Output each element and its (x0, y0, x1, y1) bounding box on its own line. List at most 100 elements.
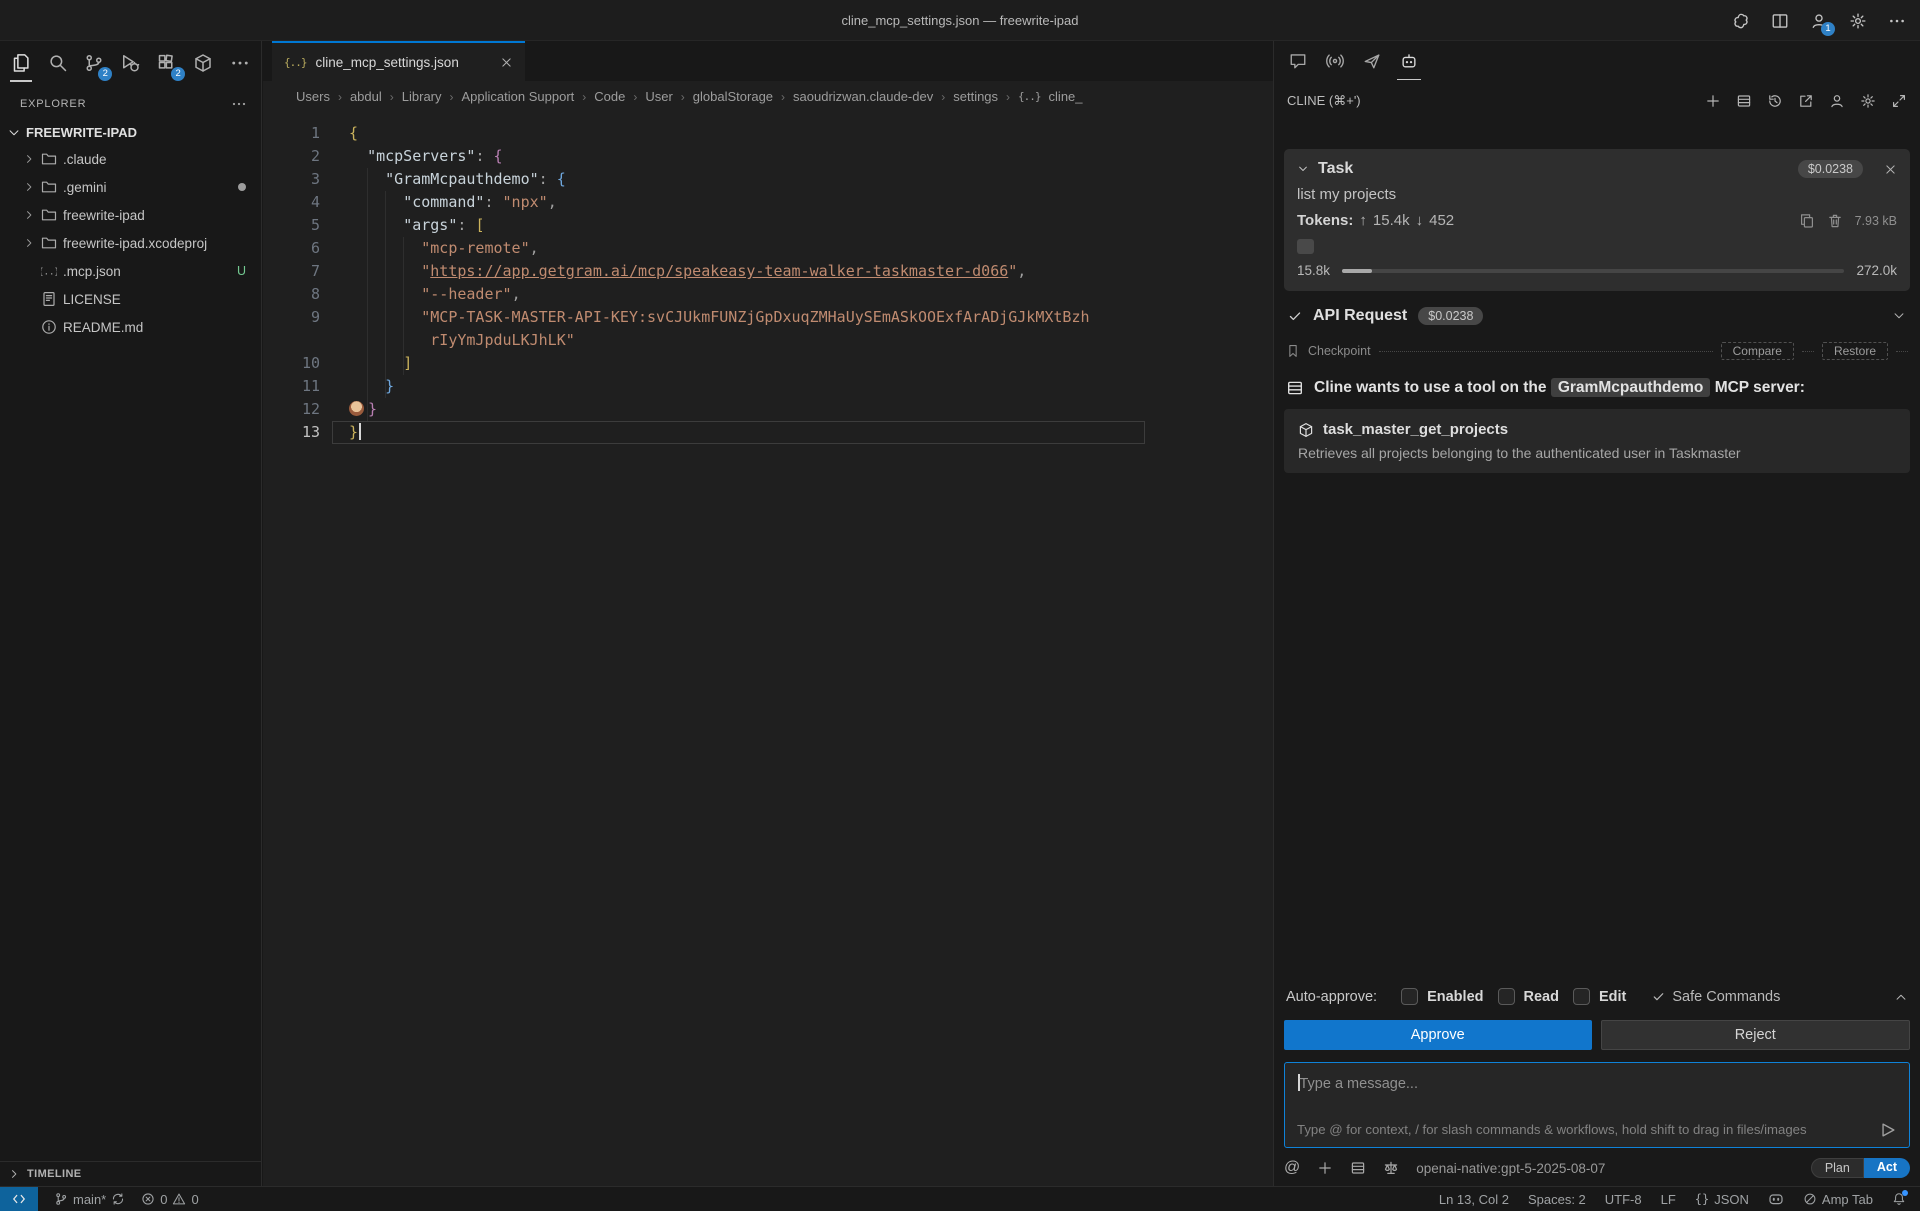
breadcrumb-item[interactable]: saoudrizwan.claude-dev (793, 89, 933, 104)
split-editor-icon[interactable] (1771, 12, 1789, 30)
code-line[interactable]: 5 "args": [ (263, 214, 1273, 237)
notifications-bell-icon[interactable] (1892, 1192, 1906, 1206)
remote-indicator[interactable] (0, 1187, 38, 1211)
trash-icon[interactable] (1827, 213, 1843, 229)
reject-button[interactable]: Reject (1601, 1020, 1911, 1050)
mcp-servers-icon[interactable] (1736, 93, 1752, 109)
code-line[interactable]: 13} (263, 421, 1273, 444)
language-mode[interactable]: {}JSON (1695, 1192, 1749, 1207)
approve-button[interactable]: Approve (1284, 1020, 1592, 1050)
open-external-icon[interactable] (1798, 93, 1814, 109)
code-line[interactable]: 4 "command": "npx", (263, 191, 1273, 214)
tool-card[interactable]: task_master_get_projects Retrieves all p… (1284, 409, 1910, 473)
tree-item-license[interactable]: LICENSE (0, 285, 261, 313)
eol-sequence[interactable]: LF (1661, 1192, 1676, 1207)
plan-mode-button[interactable]: Plan (1811, 1158, 1864, 1178)
sync-icon[interactable] (111, 1192, 125, 1206)
code-line[interactable]: 12} (263, 398, 1273, 421)
tree-item--mcp-json[interactable]: {..}.mcp.jsonU (0, 257, 261, 285)
auto-approve-option-enabled[interactable]: Enabled (1401, 988, 1483, 1005)
problems-item[interactable]: 0 0 (141, 1192, 198, 1207)
chevron-up-icon[interactable] (1894, 990, 1908, 1004)
tree-item--claude[interactable]: .claude (0, 145, 261, 173)
add-context-icon[interactable] (1317, 1160, 1333, 1176)
mention-icon[interactable]: @ (1284, 1159, 1300, 1177)
openai-icon[interactable] (1732, 12, 1750, 30)
checkbox[interactable] (1401, 988, 1418, 1005)
project-root-row[interactable]: FREEWRITE-IPAD (0, 120, 261, 145)
settings-gear-icon[interactable] (1849, 12, 1867, 30)
account-panel-icon[interactable] (1829, 93, 1845, 109)
auto-approve-row[interactable]: Auto-approve: EnabledReadEdit Safe Comma… (1284, 988, 1910, 1005)
send-icon[interactable] (1879, 1121, 1897, 1139)
copy-icon[interactable] (1799, 213, 1815, 229)
code-line[interactable]: 1{ (263, 122, 1273, 145)
more-activity-icon[interactable] (229, 51, 251, 75)
api-request-row[interactable]: API Request $0.0238 (1284, 307, 1910, 325)
tree-item-freewrite-ipad[interactable]: freewrite-ipad (0, 201, 261, 229)
new-task-icon[interactable] (1705, 93, 1721, 109)
send-plane-icon[interactable] (1363, 52, 1381, 70)
code-line[interactable]: rIyYmJpduLKJhLK" (263, 329, 1273, 352)
comment-icon[interactable] (1289, 52, 1307, 70)
git-branch-item[interactable]: main* (54, 1192, 125, 1207)
auto-approve-option-edit[interactable]: Edit (1573, 988, 1626, 1005)
search-activity-icon[interactable] (46, 51, 68, 75)
timeline-section[interactable]: TIMELINE (0, 1161, 261, 1186)
api-provider-icon[interactable] (1383, 1160, 1399, 1176)
breadcrumb-item[interactable]: Users (296, 89, 330, 104)
cursor-position[interactable]: Ln 13, Col 2 (1439, 1192, 1509, 1207)
task-close-icon[interactable] (1884, 163, 1897, 176)
breadcrumb-item[interactable]: globalStorage (693, 89, 773, 104)
account-icon[interactable]: 1 (1810, 12, 1828, 30)
code-editor[interactable]: 1{2 "mcpServers": {3 "GramMcpauthdemo": … (263, 112, 1273, 444)
checkbox[interactable] (1573, 988, 1590, 1005)
rules-icon[interactable] (1350, 1160, 1366, 1176)
code-line[interactable]: 3 "GramMcpauthdemo": { (263, 168, 1273, 191)
encoding[interactable]: UTF-8 (1605, 1192, 1642, 1207)
code-line[interactable]: 8 "--header", (263, 283, 1273, 306)
more-actions-icon[interactable] (1888, 12, 1906, 30)
panel-settings-icon[interactable] (1860, 93, 1876, 109)
broadcast-icon[interactable] (1326, 52, 1344, 70)
compare-button[interactable]: Compare (1721, 342, 1794, 360)
tab-close-icon[interactable] (500, 56, 513, 69)
breadcrumb-item[interactable]: Application Support (462, 89, 575, 104)
restore-button[interactable]: Restore (1822, 342, 1888, 360)
copilot-icon[interactable] (1768, 1191, 1784, 1207)
chevron-down-icon[interactable] (1892, 309, 1906, 323)
breadcrumb-item[interactable]: User (645, 89, 672, 104)
breadcrumb-item[interactable]: settings (953, 89, 998, 104)
code-line[interactable]: 11 } (263, 375, 1273, 398)
debug-activity-icon[interactable] (119, 51, 141, 75)
expand-icon[interactable] (1891, 93, 1907, 109)
code-line[interactable]: 6 "mcp-remote", (263, 237, 1273, 260)
code-line[interactable]: 2 "mcpServers": { (263, 145, 1273, 168)
cline-robot-icon[interactable] (1400, 52, 1418, 70)
act-mode-button[interactable]: Act (1864, 1158, 1910, 1178)
tree-item--gemini[interactable]: .gemini (0, 173, 261, 201)
amp-tab-item[interactable]: Amp Tab (1803, 1192, 1873, 1207)
scm-activity-icon[interactable]: 2 (83, 51, 105, 75)
breadcrumb-item[interactable]: Library (402, 89, 442, 104)
auto-approve-option-read[interactable]: Read (1498, 988, 1559, 1005)
task-card-header[interactable]: Task $0.0238 (1297, 160, 1897, 178)
checkbox[interactable] (1498, 988, 1515, 1005)
tree-item-readme-md[interactable]: README.md (0, 313, 261, 341)
history-icon[interactable] (1767, 93, 1783, 109)
breadcrumb-item[interactable]: cline_ (1049, 89, 1083, 104)
model-name[interactable]: openai-native:gpt-5-2025-08-07 (1416, 1161, 1605, 1176)
files-activity-icon[interactable] (10, 51, 32, 75)
tab-cline-mcp-settings[interactable]: {..} cline_mcp_settings.json (272, 41, 525, 81)
explorer-more-icon[interactable] (231, 96, 247, 112)
indentation[interactable]: Spaces: 2 (1528, 1192, 1586, 1207)
code-line[interactable]: 7 "https://app.getgram.ai/mcp/speakeasy-… (263, 260, 1273, 283)
cube-activity-icon[interactable] (192, 51, 214, 75)
breadcrumb-item[interactable]: abdul (350, 89, 382, 104)
extensions-activity-icon[interactable]: 2 (156, 51, 178, 75)
code-line[interactable]: 10 ] (263, 352, 1273, 375)
breadcrumb-item[interactable]: Code (594, 89, 625, 104)
code-line[interactable]: 9 "MCP-TASK-MASTER-API-KEY:svCJUkmFUNZjG… (263, 306, 1273, 329)
message-input[interactable]: Type a message... Type @ for context, / … (1284, 1062, 1910, 1148)
tree-item-freewrite-ipad-xcodeproj[interactable]: freewrite-ipad.xcodeproj (0, 229, 261, 257)
